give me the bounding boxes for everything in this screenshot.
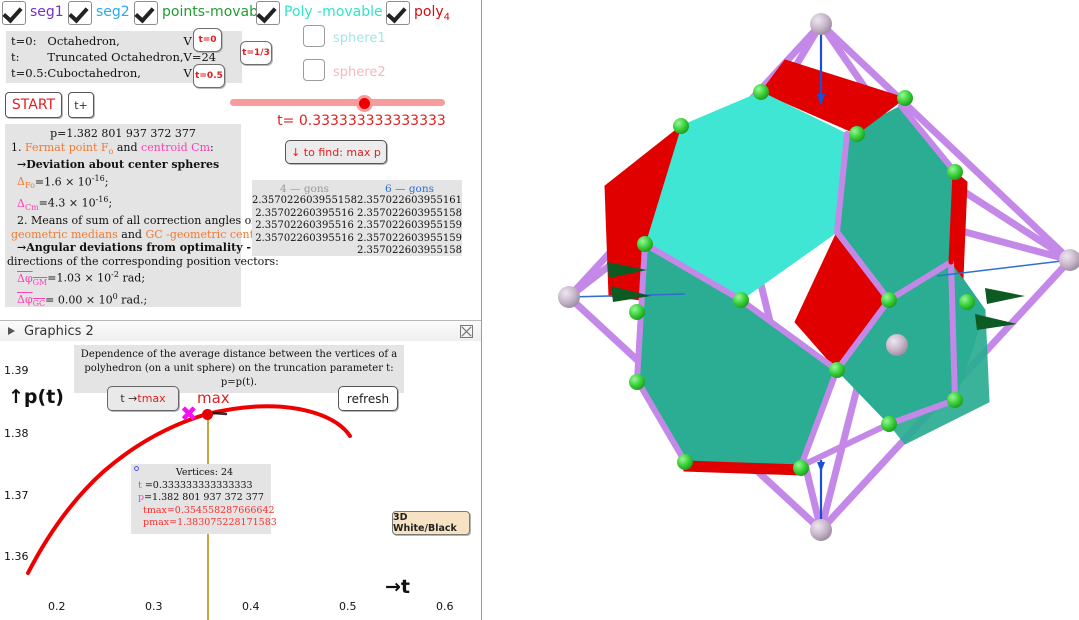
find-max-p-button[interactable]: ↓ to find: max p <box>285 140 387 164</box>
tooltip-anchor-dot <box>134 466 139 471</box>
checkbox-label-sphere2: sphere2 <box>333 65 386 80</box>
t-slider-track[interactable] <box>230 99 445 106</box>
gons-cell: 2.35702260395516 <box>255 232 354 244</box>
checkbox-poly-movable[interactable] <box>256 1 280 25</box>
gons-cell: 2.357022603955158 <box>357 207 462 219</box>
correction-angles-line: 2. Means of sum of all correction angles… <box>17 214 283 228</box>
button-t-equals-0[interactable]: t=0 <box>193 28 222 52</box>
fermat-point-label: Fermat point Fo <box>25 140 114 156</box>
checkbox-label-seg1: seg1 <box>30 4 64 20</box>
graphics2-panel-header[interactable]: Graphics 2 <box>0 320 481 343</box>
poly-info-t: t: <box>11 50 20 64</box>
button-t-equals-0point5[interactable]: t=0.5 <box>193 64 225 88</box>
checkbox-seg1[interactable] <box>2 1 26 25</box>
direction-vectors-line: directions of the corresponding position… <box>7 254 279 268</box>
tooltip-tmax: tmax=0.354558287666642 <box>143 504 275 516</box>
tooltip-pmax: pmax=1.383075228171583 <box>143 517 277 528</box>
gons-cell: 2.35702260395516 <box>255 207 354 219</box>
gons-column-6: 2.357022603955161 2.357022603955158 2.35… <box>357 195 462 258</box>
p-value-line: p=1.382 801 937 372 377 <box>50 127 196 140</box>
checkbox-label-sphere1: sphere1 <box>333 31 386 46</box>
centroid-label: centroid Cm <box>141 140 211 154</box>
poly-info-row: t=0.5: Cuboctahedron, V=12 <box>11 66 216 82</box>
start-button[interactable]: START <box>5 92 62 118</box>
max-point-marker <box>202 409 213 420</box>
expand-arrow-icon[interactable] <box>8 327 15 335</box>
poly-info-name: Truncated Octahedron, <box>47 50 184 64</box>
poly-info-row: t: Truncated Octahedron, V=24 <box>11 50 216 66</box>
gons-cell: 2.35702260395516 <box>255 220 354 231</box>
graphics3d-panel[interactable] <box>485 0 1079 620</box>
gons-table-header: 4 — gons 6 — gons <box>252 180 462 195</box>
deviation-heading: →Deviation about center spheres <box>17 158 220 172</box>
gons-cell: 2.357022603955159 <box>357 220 462 231</box>
poly-info-name: Cuboctahedron, <box>47 66 141 80</box>
tooltip-p-line: p=1.382 801 937 372 377 <box>138 492 264 503</box>
poly-info-t: t=0.5: <box>11 66 48 80</box>
checkbox-label-poly-movable: Poly -movable <box>284 4 383 20</box>
current-t-marker-icon: ✖ <box>180 402 198 426</box>
gons-cell: 2.357022603955159 <box>357 232 462 244</box>
graphics2-title: Graphics 2 <box>24 324 94 339</box>
checkbox-toolbar: seg1 seg2 points-movable Poly -movable p… <box>0 0 481 26</box>
geometric-medians-line: geometric medians and GC -geometric cent… <box>11 227 275 241</box>
tooltip-t-line: t =0.333333333333333 <box>138 479 253 491</box>
checkbox-label-seg2: seg2 <box>96 4 130 20</box>
poly4-subscript: 4 <box>443 11 451 23</box>
left-panel: seg1 seg2 points-movable Poly -movable p… <box>0 0 481 620</box>
button-t-equals-one-third[interactable]: t=1/3 <box>240 41 272 65</box>
item-number-1: 1. <box>11 140 25 154</box>
checkbox-sphere1[interactable] <box>303 25 325 47</box>
gons-column-4: 2.357022603955158 2.35702260395516 2.357… <box>252 195 357 258</box>
checkbox-sphere2[interactable] <box>303 59 325 81</box>
delta-phi-gm-line: ΔφGM=1.03 × 10-2 rad; <box>17 270 146 288</box>
gons-table-body: 2.357022603955158 2.35702260395516 2.357… <box>252 195 462 258</box>
polyhedron-faces <box>604 59 990 476</box>
delta-phi-gc-line: ΔφGC= 0.00 × 100 rad.; <box>17 291 148 309</box>
t-slider-value: t= 0.333333333333333 <box>277 113 446 129</box>
poly-info-row: t=0: Octahedron, V=6 <box>11 34 216 50</box>
truncated-octahedron-3d[interactable] <box>485 0 1079 620</box>
fermat-centroid-line: 1. Fermat point Fo and centroid Cm: <box>11 140 214 156</box>
checkbox-label-points-movable: points-movable <box>162 4 271 20</box>
poly-info-t: t=0: <box>11 34 37 48</box>
delta-centroid-line: ΔCm=4.3 × 10-16; <box>17 195 113 212</box>
angular-deviation-heading: →Angular deviations from optimality - <box>17 241 251 255</box>
checkbox-label-poly4: poly4 <box>414 4 450 23</box>
checkbox-poly4[interactable] <box>386 1 410 25</box>
t-increment-button[interactable]: t+ <box>68 92 94 118</box>
delta-fermat-line: ΔFo=1.6 × 10-16; <box>17 173 109 191</box>
point-tooltip: Vertices: 24 t =0.333333333333333 p=1.38… <box>131 464 277 534</box>
gons-cell: 2.357022603955158 <box>357 245 462 256</box>
app-root: seg1 seg2 points-movable Poly -movable p… <box>0 0 1079 620</box>
poly-info-name: Octahedron, <box>47 34 120 48</box>
tooltip-vertices: Vertices: 24 <box>175 467 234 478</box>
gons-header-4: 4 — gons <box>279 183 330 195</box>
white-black-3d-button[interactable]: 3D White/Black <box>392 511 470 535</box>
poly4-text: poly <box>414 4 444 20</box>
close-icon[interactable] <box>460 325 473 338</box>
gons-table: 4 — gons 6 — gons 2.357022603955158 2.35… <box>252 180 462 256</box>
t-slider-knob[interactable] <box>356 95 373 112</box>
gons-cell: 2.357022603955161 <box>357 195 462 206</box>
gons-header-6: 6 — gons <box>384 183 435 195</box>
checkbox-points-movable[interactable] <box>134 1 158 25</box>
checkbox-seg2[interactable] <box>68 1 92 25</box>
p-info-panel: p=1.382 801 937 372 377 1. Fermat point … <box>5 124 283 309</box>
gons-cell: 2.357022603955158 <box>252 195 357 206</box>
